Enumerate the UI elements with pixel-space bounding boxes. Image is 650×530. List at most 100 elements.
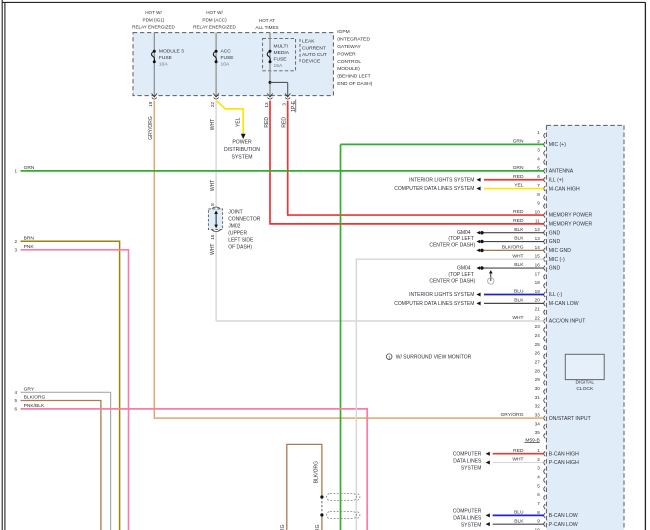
svg-text:15: 15 [210, 234, 215, 240]
svg-text:COMPUTER DATA LINES SYSTEM: COMPUTER DATA LINES SYSTEM [394, 301, 474, 307]
svg-text:ACC/ON INPUT: ACC/ON INPUT [549, 319, 586, 325]
svg-text:BLK/ORG: BLK/ORG [24, 395, 46, 401]
svg-text:POWER: POWER [337, 51, 356, 57]
svg-text:(TOP LEFT: (TOP LEFT [448, 236, 473, 242]
svg-text:GRY: GRY [24, 387, 35, 393]
svg-text:4: 4 [537, 475, 540, 480]
svg-text:FUSE: FUSE [159, 55, 173, 61]
svg-text:ON/START INPUT: ON/START INPUT [549, 416, 591, 422]
svg-text:DIGITAL: DIGITAL [575, 379, 594, 385]
svg-text:WHT: WHT [210, 119, 216, 130]
svg-text:MIC GND: MIC GND [549, 248, 571, 254]
svg-text:19: 19 [535, 289, 541, 294]
svg-text:31: 31 [535, 395, 541, 400]
svg-text:MEDIA: MEDIA [274, 50, 290, 56]
svg-text:11: 11 [535, 218, 540, 223]
svg-text:OF DASH): OF DASH) [228, 244, 252, 250]
svg-text:ALL TIMES: ALL TIMES [255, 25, 278, 30]
svg-text:CENTER OF DASH): CENTER OF DASH) [429, 243, 475, 249]
svg-text:FUSE: FUSE [221, 55, 235, 61]
svg-text:DATA LINES: DATA LINES [453, 515, 482, 521]
svg-text:12: 12 [535, 227, 541, 232]
svg-text:23: 23 [535, 324, 541, 329]
svg-text:7: 7 [537, 183, 540, 188]
svg-text:8: 8 [537, 192, 540, 197]
svg-text:P-CAN HIGH: P-CAN HIGH [549, 460, 579, 466]
svg-text:33: 33 [535, 413, 541, 418]
svg-text:CONNECTOR: CONNECTOR [228, 216, 261, 222]
svg-text:(INTEGRATED: (INTEGRATED [337, 37, 370, 43]
svg-text:HOT W/: HOT W/ [206, 10, 223, 15]
svg-text:GND: GND [549, 239, 561, 245]
svg-text:BLK: BLK [514, 262, 524, 268]
svg-text:GND: GND [549, 266, 561, 272]
svg-text:MIC (-): MIC (-) [549, 257, 565, 263]
svg-text:RELAY ENERGIZED: RELAY ENERGIZED [132, 24, 175, 29]
svg-text:ACC: ACC [221, 48, 232, 54]
svg-text:WHT: WHT [512, 253, 523, 259]
svg-text:DISTRIBUTION: DISTRIBUTION [224, 147, 260, 153]
svg-text:17: 17 [535, 271, 541, 276]
svg-text:3: 3 [537, 466, 540, 471]
svg-text:ILL (-): ILL (-) [549, 292, 563, 298]
svg-text:GM04: GM04 [457, 265, 471, 271]
svg-text:FUSE: FUSE [274, 57, 288, 63]
svg-text:GRY/ORG: GRY/ORG [148, 116, 154, 140]
svg-text:2: 2 [537, 139, 540, 144]
svg-text:LEAK: LEAK [302, 39, 315, 45]
svg-text:27: 27 [535, 360, 541, 365]
svg-text:13: 13 [264, 102, 269, 108]
svg-text:9: 9 [537, 519, 540, 524]
svg-text:(BEHIND LEFT: (BEHIND LEFT [337, 74, 370, 80]
svg-text:END OF DASH): END OF DASH) [337, 81, 372, 87]
svg-text:10A: 10A [221, 61, 230, 67]
svg-text:22: 22 [535, 315, 541, 320]
svg-text:BLK/ORG: BLK/ORG [280, 524, 286, 530]
svg-text:BLK: BLK [514, 236, 524, 242]
svg-text:JOINT: JOINT [228, 209, 242, 215]
svg-text:3: 3 [537, 148, 540, 153]
svg-text:COMPUTER: COMPUTER [453, 508, 482, 514]
svg-text:2: 2 [537, 457, 540, 462]
svg-text:34: 34 [535, 421, 541, 426]
svg-text:GM04: GM04 [457, 230, 471, 236]
svg-text:INTERIOR LIGHTS SYSTEM: INTERIOR LIGHTS SYSTEM [409, 177, 474, 183]
svg-text:PDM (ACC): PDM (ACC) [202, 17, 227, 22]
svg-text:WHT: WHT [512, 315, 523, 321]
svg-text:GND: GND [549, 230, 561, 236]
svg-text:(UPPER: (UPPER [228, 230, 247, 236]
svg-text:YEL: YEL [236, 117, 242, 127]
svg-text:BLK/ORG: BLK/ORG [315, 524, 321, 530]
svg-text:29: 29 [535, 377, 541, 382]
svg-text:B-CAN HIGH: B-CAN HIGH [549, 451, 579, 457]
svg-text:MEMORY POWER: MEMORY POWER [549, 213, 593, 219]
svg-text:WHT: WHT [512, 457, 523, 463]
svg-text:CURRENT: CURRENT [302, 45, 326, 51]
svg-text:DATA LINES: DATA LINES [453, 459, 482, 465]
svg-text:LEFT SIDE: LEFT SIDE [228, 237, 254, 243]
svg-text:PDM (IG1): PDM (IG1) [143, 17, 165, 22]
svg-text:ILL (+): ILL (+) [549, 177, 564, 183]
svg-text:POWER: POWER [232, 139, 252, 145]
svg-text:15: 15 [535, 254, 541, 259]
svg-text:SYSTEM: SYSTEM [461, 522, 482, 528]
svg-text:MULTI: MULTI [274, 43, 288, 49]
svg-text:3: 3 [14, 248, 17, 253]
svg-text:BLK: BLK [514, 297, 524, 303]
svg-text:CONTROL: CONTROL [337, 59, 361, 65]
svg-text:1: 1 [537, 448, 540, 453]
svg-text:SYSTEM: SYSTEM [461, 466, 482, 472]
svg-text:M-CAN HIGH: M-CAN HIGH [549, 186, 580, 192]
svg-text:HOT W/: HOT W/ [145, 10, 162, 15]
svg-text:25: 25 [535, 342, 541, 347]
svg-text:9: 9 [537, 201, 540, 206]
svg-text:16: 16 [535, 262, 541, 267]
svg-text:6: 6 [537, 492, 540, 497]
svg-text:4: 4 [537, 156, 540, 161]
svg-text:HOT AT: HOT AT [259, 18, 275, 23]
svg-text:WHT: WHT [210, 180, 216, 191]
svg-text:MEMORY POWER: MEMORY POWER [549, 222, 593, 228]
svg-text:1: 1 [537, 130, 540, 135]
svg-text:ANTENNA: ANTENNA [549, 169, 574, 175]
svg-text:8: 8 [210, 203, 215, 206]
